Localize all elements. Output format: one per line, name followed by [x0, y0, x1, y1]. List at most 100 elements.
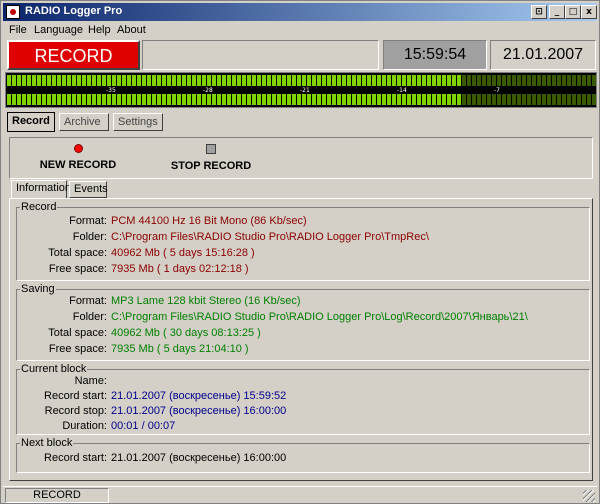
close-button[interactable]: x — [581, 5, 597, 19]
meter-segment — [377, 94, 381, 105]
meter-segment — [207, 94, 211, 105]
meter-segment — [252, 75, 256, 86]
meter-segment — [457, 94, 461, 105]
meter-segment — [572, 94, 576, 105]
meter-segment — [557, 94, 561, 105]
window-title: RADIO Logger Pro — [25, 5, 123, 17]
meter-segment — [57, 75, 61, 86]
minimize-button[interactable]: _ — [549, 5, 565, 19]
menu-bar: File Language Help About — [3, 22, 597, 38]
tab-settings[interactable]: Settings — [113, 113, 163, 131]
meter-segment — [537, 94, 541, 105]
meter-segment — [322, 75, 326, 86]
meter-segment — [477, 94, 481, 105]
meter-segment — [562, 75, 566, 86]
meter-segment — [472, 75, 476, 86]
meter-segment — [27, 75, 31, 86]
info-panel — [142, 40, 379, 70]
next-block-group: Next block Record start: 21.01.2007 (вос… — [16, 437, 590, 473]
tab-information[interactable]: Information — [11, 180, 71, 199]
new-record-button[interactable]: NEW RECORD — [38, 144, 118, 171]
meter-segment — [532, 94, 536, 105]
tab-record[interactable]: Record — [7, 112, 55, 132]
meter-segment — [507, 94, 511, 105]
meter-segment — [107, 94, 111, 105]
meter-segment — [372, 94, 376, 105]
tab-events[interactable]: Events — [69, 181, 108, 198]
meter-segment — [292, 75, 296, 86]
meter-segment — [242, 75, 246, 86]
menu-language[interactable]: Language — [34, 24, 83, 36]
meter-segment — [152, 75, 156, 86]
tab-archive[interactable]: Archive — [59, 113, 109, 131]
meter-segment — [262, 94, 266, 105]
meter-segment — [237, 75, 241, 86]
meter-segment — [62, 94, 66, 105]
meter-segment — [342, 94, 346, 105]
meter-segment — [127, 75, 131, 86]
record-format-label: Format: — [69, 215, 107, 227]
meter-segment — [417, 75, 421, 86]
meter-segment — [432, 75, 436, 86]
meter-scale-label: -35 — [106, 87, 116, 94]
saving-total-label: Total space: — [48, 327, 107, 339]
meter-segment — [567, 94, 571, 105]
current-duration-value: 00:01 / 00:07 — [111, 420, 176, 432]
meter-segment — [432, 94, 436, 105]
record-group: Record Format: PCM 44100 Hz 16 Bit Mono … — [16, 201, 590, 281]
meter-segment — [202, 75, 206, 86]
title-bar[interactable]: RADIO Logger Pro ⊡ _ □ x — [3, 3, 597, 21]
record-folder-row: Folder: C:\Program Files\RADIO Studio Pr… — [17, 231, 587, 247]
meter-segment — [272, 94, 276, 105]
app-icon[interactable] — [6, 5, 20, 19]
menu-file[interactable]: File — [9, 24, 27, 36]
record-folder-label: Folder: — [72, 231, 107, 243]
level-meter: -35 -28 -21 -14 -7 — [5, 72, 597, 108]
meter-segment — [237, 94, 241, 105]
saving-format-label: Format: — [69, 295, 107, 307]
maximize-button[interactable]: □ — [565, 5, 581, 19]
meter-segment — [592, 75, 596, 86]
stop-record-button[interactable]: STOP RECORD — [168, 144, 254, 172]
menu-help[interactable]: Help — [88, 24, 111, 36]
meter-segment — [322, 94, 326, 105]
menu-about[interactable]: About — [117, 24, 146, 36]
meter-segment — [582, 94, 586, 105]
meter-segment — [37, 75, 41, 86]
meter-segment — [147, 75, 151, 86]
meter-segment — [87, 94, 91, 105]
meter-segment — [12, 94, 16, 105]
meter-segment — [472, 94, 476, 105]
meter-segment — [232, 75, 236, 86]
meter-segment — [212, 75, 216, 86]
meter-segment — [197, 94, 201, 105]
meter-segment — [152, 94, 156, 105]
meter-segment — [42, 94, 46, 105]
meter-segment — [517, 75, 521, 86]
meter-segment — [577, 75, 581, 86]
meter-segment — [17, 94, 21, 105]
meter-segment — [427, 75, 431, 86]
meter-segment — [52, 94, 56, 105]
restore-button[interactable]: ⊡ — [531, 5, 547, 19]
meter-segment — [397, 75, 401, 86]
meter-segment — [367, 94, 371, 105]
resize-grip-icon[interactable] — [583, 490, 595, 502]
meter-segment — [112, 94, 116, 105]
meter-segment — [102, 75, 106, 86]
meter-segment — [292, 94, 296, 105]
record-dot-icon — [73, 144, 83, 153]
meter-segment — [242, 94, 246, 105]
meter-segment — [142, 94, 146, 105]
action-panel: NEW RECORD STOP RECORD — [9, 137, 593, 179]
meter-segment — [52, 75, 56, 86]
record-folder-value: C:\Program Files\RADIO Studio Pro\RADIO … — [111, 231, 429, 243]
meter-segment — [217, 94, 221, 105]
meter-segment — [532, 75, 536, 86]
meter-segment — [222, 75, 226, 86]
meter-segment — [42, 75, 46, 86]
meter-segment — [327, 75, 331, 86]
meter-scale-label: -7 — [494, 87, 500, 94]
meter-segment — [467, 94, 471, 105]
meter-segment — [67, 75, 71, 86]
